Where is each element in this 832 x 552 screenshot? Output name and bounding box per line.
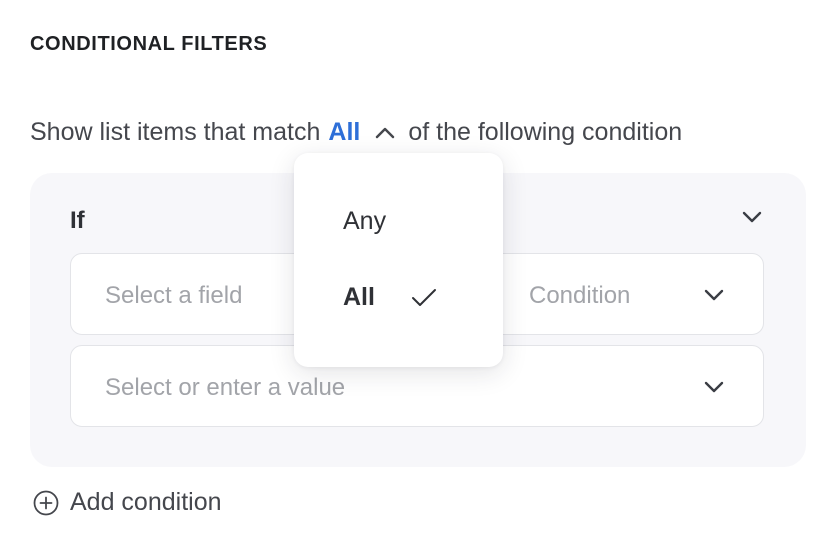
check-icon [411, 288, 437, 308]
add-condition-label: Add condition [70, 488, 222, 516]
match-sentence: Show list items that match All of the fo… [30, 118, 682, 147]
if-label: If [70, 207, 85, 234]
conditional-filters-panel: CONDITIONAL FILTERS Show list items that… [0, 0, 832, 552]
chevron-down-icon[interactable] [701, 282, 727, 308]
plus-circle-icon [32, 489, 60, 517]
dropdown-option-any[interactable]: Any [343, 207, 386, 236]
match-mode-dropdown: Any All [294, 153, 503, 367]
section-title: CONDITIONAL FILTERS [30, 33, 268, 55]
chevron-down-icon [741, 210, 763, 229]
chevron-down-icon[interactable] [701, 374, 727, 400]
value-input[interactable]: Select or enter a value [105, 374, 345, 402]
match-mode-value: All [328, 118, 361, 146]
collapse-condition-button[interactable] [738, 205, 766, 233]
match-suffix: of the following condition [408, 118, 683, 146]
match-mode-toggle[interactable]: All [328, 118, 408, 147]
condition-select[interactable]: Condition [529, 282, 630, 310]
dropdown-option-label: All [343, 283, 375, 311]
match-prefix: Show list items that match [30, 118, 321, 146]
add-condition-button[interactable]: Add condition [32, 488, 222, 517]
field-select[interactable]: Select a field [105, 282, 242, 310]
dropdown-option-all[interactable]: All [343, 283, 437, 312]
chevron-up-icon [374, 118, 396, 147]
dropdown-option-label: Any [343, 207, 387, 235]
